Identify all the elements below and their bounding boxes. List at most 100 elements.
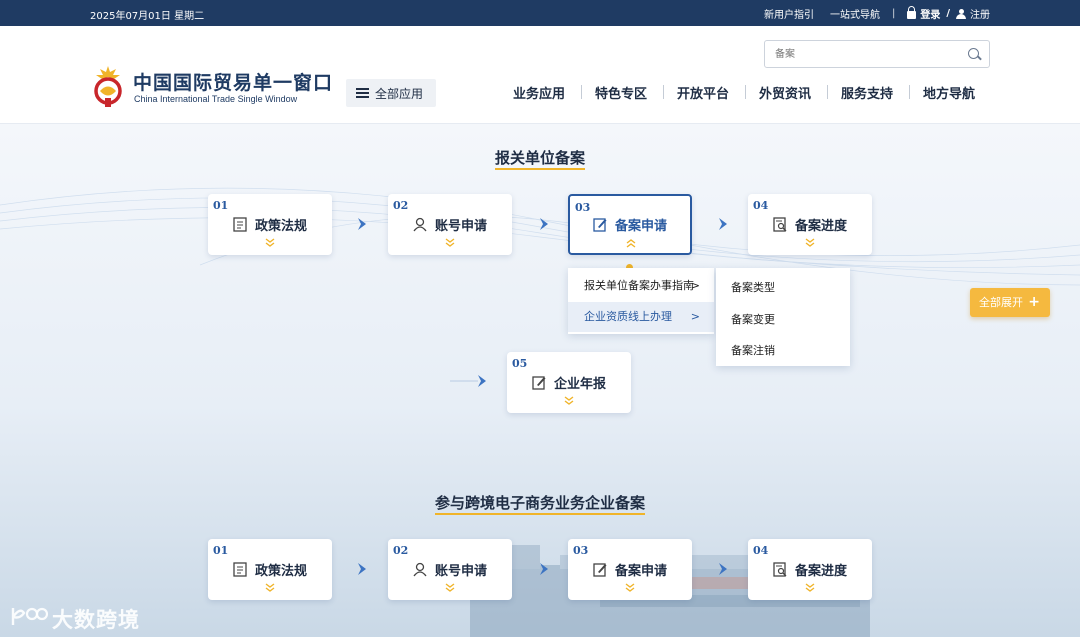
chevron-down-icon bbox=[805, 583, 815, 592]
top-bar-links: 新用户指引 一站式导航 | 登录 / 注册 bbox=[764, 6, 990, 21]
chevron-down-icon bbox=[625, 583, 635, 592]
search-document-icon bbox=[773, 217, 787, 232]
edit-icon bbox=[593, 218, 607, 232]
section-title-underline bbox=[435, 513, 645, 515]
plus-icon: + bbox=[1028, 294, 1040, 310]
step-arrow-icon bbox=[719, 563, 727, 575]
top-divider: | bbox=[891, 8, 896, 19]
filing-application-dropdown: 报关单位备案办事指南 > 企业资质线上办理 > bbox=[568, 268, 714, 334]
menu-icon bbox=[356, 88, 369, 98]
nav-divider bbox=[827, 85, 828, 99]
step-number: 03 bbox=[573, 544, 589, 557]
nav-divider bbox=[909, 85, 910, 99]
step-card-account[interactable]: 02 账号申请 bbox=[388, 539, 512, 600]
chevron-right-icon: > bbox=[690, 279, 700, 292]
submenu-item-filing-type[interactable]: 备案类型 bbox=[731, 279, 775, 295]
all-apps-label: 全部应用 bbox=[375, 86, 424, 101]
nav-divider bbox=[663, 85, 664, 99]
watermark-text: 大数跨境 bbox=[52, 608, 140, 632]
step-number: 05 bbox=[512, 357, 528, 370]
chevron-down-icon bbox=[445, 583, 455, 592]
step-label: 备案申请 bbox=[614, 219, 667, 234]
filing-submenu: 备案类型 备案变更 备案注销 bbox=[716, 268, 850, 366]
nav-business-apps[interactable]: 业务应用 bbox=[513, 83, 565, 102]
nav-open-platform[interactable]: 开放平台 bbox=[677, 83, 729, 102]
one-stop-nav-link[interactable]: 一站式导航 bbox=[830, 6, 880, 21]
submenu-item-filing-change[interactable]: 备案变更 bbox=[731, 311, 775, 327]
nav-local-navigation[interactable]: 地方导航 bbox=[923, 83, 975, 102]
chevron-down-icon bbox=[564, 396, 574, 405]
section-title-underline bbox=[495, 168, 585, 170]
step-label: 账号申请 bbox=[434, 219, 487, 234]
step-arrow-icon bbox=[478, 375, 486, 387]
step-arrow-icon bbox=[358, 563, 366, 575]
user-icon bbox=[413, 217, 427, 232]
login-register-slash: / bbox=[946, 8, 950, 19]
submenu-item-filing-cancel[interactable]: 备案注销 bbox=[731, 342, 775, 358]
step-card-filing-progress[interactable]: 04 备案进度 bbox=[748, 539, 872, 600]
step-label: 备案申请 bbox=[614, 564, 667, 579]
step-label: 企业年报 bbox=[553, 377, 606, 392]
logo-title-en[interactable]: China International Trade Single Window bbox=[134, 94, 297, 104]
user-icon bbox=[413, 562, 427, 577]
dropdown-item-filing-guide[interactable]: 报关单位备案办事指南 > bbox=[568, 271, 714, 301]
nav-service-support[interactable]: 服务支持 bbox=[841, 83, 893, 102]
connector-line bbox=[450, 380, 478, 382]
nav-trade-news[interactable]: 外贸资讯 bbox=[759, 83, 811, 102]
step-number: 04 bbox=[753, 544, 769, 557]
all-apps-button[interactable]: 全部应用 bbox=[346, 79, 436, 107]
step-card-account[interactable]: 02 账号申请 bbox=[388, 194, 512, 255]
step-card-filing-application[interactable]: 03 备案申请 bbox=[568, 194, 692, 255]
step-arrow-icon bbox=[540, 563, 548, 575]
step-number: 01 bbox=[213, 199, 229, 212]
search-input[interactable] bbox=[765, 41, 945, 67]
step-number: 02 bbox=[393, 544, 409, 557]
document-icon bbox=[233, 562, 247, 577]
step-arrow-icon bbox=[719, 218, 727, 230]
step-card-policy[interactable]: 01 政策法规 bbox=[208, 194, 332, 255]
logo-title-cn[interactable]: 中国国际贸易单一窗口 bbox=[133, 68, 333, 95]
login-link[interactable]: 登录 bbox=[907, 6, 940, 21]
section-title-customs-filing: 报关单位备案 bbox=[494, 149, 585, 167]
step-card-annual-report[interactable]: 05 企业年报 bbox=[507, 352, 631, 413]
step-arrow-icon bbox=[358, 218, 366, 230]
site-header: 中国国际贸易单一窗口 China International Trade Sin… bbox=[0, 26, 1080, 124]
search-document-icon bbox=[773, 562, 787, 577]
step-arrow-icon bbox=[540, 218, 548, 230]
nav-divider bbox=[745, 85, 746, 99]
expand-all-label: 全部展开 bbox=[979, 296, 1023, 309]
section-title-ecommerce-filing: 参与跨境电子商务业务企业备案 bbox=[434, 494, 645, 512]
document-icon bbox=[233, 217, 247, 232]
step-number: 03 bbox=[575, 201, 591, 214]
step-number: 02 bbox=[393, 199, 409, 212]
new-user-guide-link[interactable]: 新用户指引 bbox=[764, 6, 814, 21]
search-icon[interactable] bbox=[968, 48, 979, 59]
step-card-filing-application[interactable]: 03 备案申请 bbox=[568, 539, 692, 600]
register-link[interactable]: 注册 bbox=[956, 6, 990, 21]
dropdown-item-online-qualification[interactable]: 企业资质线上办理 > bbox=[568, 302, 714, 332]
step-number: 01 bbox=[213, 544, 229, 557]
expand-all-button[interactable]: 全部展开 + bbox=[970, 288, 1050, 317]
nav-featured-zone[interactable]: 特色专区 bbox=[595, 83, 647, 102]
chevron-right-icon: > bbox=[690, 310, 700, 323]
edit-icon bbox=[593, 563, 607, 577]
nav-divider bbox=[581, 85, 582, 99]
step-label: 账号申请 bbox=[434, 564, 487, 579]
site-logo-icon[interactable] bbox=[90, 64, 126, 108]
chevron-up-icon bbox=[626, 239, 636, 248]
user-icon bbox=[956, 9, 966, 19]
chevron-down-icon bbox=[265, 238, 275, 247]
chevron-down-icon bbox=[445, 238, 455, 247]
watermark-logo-icon bbox=[11, 607, 48, 625]
step-card-policy[interactable]: 01 政策法规 bbox=[208, 539, 332, 600]
step-label: 备案进度 bbox=[794, 219, 847, 234]
step-label: 备案进度 bbox=[794, 564, 847, 579]
edit-icon bbox=[532, 376, 546, 390]
search-box[interactable] bbox=[764, 40, 990, 68]
chevron-down-icon bbox=[265, 583, 275, 592]
chevron-down-icon bbox=[805, 238, 815, 247]
step-card-filing-progress[interactable]: 04 备案进度 bbox=[748, 194, 872, 255]
current-date: 2025年07月01日 星期二 bbox=[90, 11, 205, 22]
step-label: 政策法规 bbox=[254, 564, 307, 579]
top-bar: 2025年07月01日 星期二 新用户指引 一站式导航 | 登录 / 注册 bbox=[0, 0, 1080, 26]
